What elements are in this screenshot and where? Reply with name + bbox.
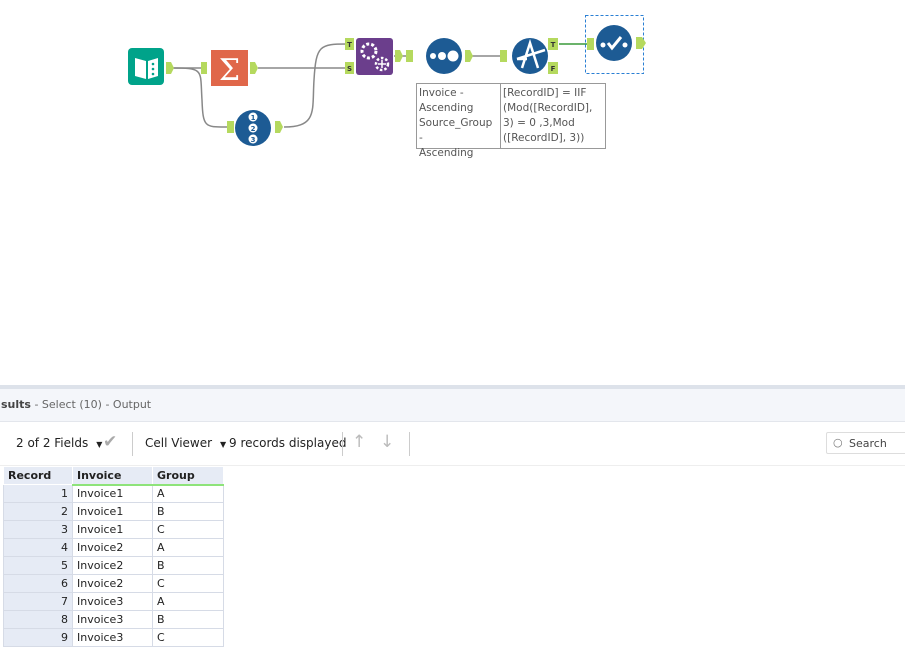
record-cell[interactable]: 9 <box>3 628 73 647</box>
invoice-cell[interactable]: Invoice3 <box>72 628 153 647</box>
group-cell[interactable]: A <box>152 484 224 503</box>
svg-text:T: T <box>551 41 556 49</box>
search-icon: ○ <box>833 436 843 449</box>
summarize-tool[interactable]: Σ <box>201 50 258 88</box>
divider <box>409 432 410 456</box>
svg-text:3: 3 <box>251 136 256 144</box>
results-toolbar: 2 of 2 Fields ▼ ✔ Cell Viewer ▼ 9 records … <box>0 422 905 466</box>
table-row[interactable]: 7 Invoice3 A <box>3 592 224 611</box>
invoice-cell[interactable]: Invoice3 <box>72 610 153 629</box>
invoice-cell[interactable]: Invoice2 <box>72 538 153 557</box>
group-cell[interactable]: C <box>152 520 224 539</box>
table-row[interactable]: 4 Invoice2 A <box>3 538 224 557</box>
group-cell[interactable]: C <box>152 574 224 593</box>
sigma-icon: Σ <box>219 53 240 88</box>
arrow-up-icon[interactable]: ↑ <box>352 432 366 452</box>
invoice-cell[interactable]: Invoice3 <box>72 592 153 611</box>
table-row[interactable]: 6 Invoice2 C <box>3 574 224 593</box>
record-cell[interactable]: 2 <box>3 502 73 521</box>
viewer-dropdown[interactable]: Cell Viewer ▼ <box>145 436 226 450</box>
svg-text:T: T <box>347 41 352 49</box>
fields-label: 2 of 2 Fields <box>16 436 89 450</box>
divider <box>342 432 343 456</box>
group-cell[interactable]: C <box>152 628 224 647</box>
record-cell[interactable]: 8 <box>3 610 73 629</box>
results-title: sults <box>1 398 31 411</box>
caret-down-icon: ▼ <box>96 440 103 449</box>
column-header-record[interactable]: Record <box>3 466 73 485</box>
formula-tool[interactable]: T F <box>500 38 558 74</box>
svg-text:1: 1 <box>251 114 256 122</box>
invoice-cell[interactable]: Invoice2 <box>72 574 153 593</box>
table-row[interactable]: 8 Invoice3 B <box>3 610 224 629</box>
select-tool[interactable] <box>585 15 647 74</box>
workflow-canvas[interactable]: Σ 1 2 3 T S T F Invoice - Ascending Sour… <box>0 0 905 385</box>
svg-text:F: F <box>551 65 556 73</box>
column-header-group[interactable]: Group <box>152 466 224 486</box>
search-input[interactable]: ○ Search <box>826 432 905 454</box>
fields-dropdown[interactable]: 2 of 2 Fields ▼ <box>16 436 102 450</box>
record-id-tool[interactable]: 1 2 3 <box>227 110 283 146</box>
record-cell[interactable]: 3 <box>3 520 73 539</box>
results-header: sults - Select (10) - Output <box>0 389 905 422</box>
input-data-tool[interactable] <box>128 48 174 85</box>
group-cell[interactable]: B <box>152 556 224 575</box>
arrow-down-icon[interactable]: ↓ <box>380 432 394 452</box>
sort-annotation: Invoice - Ascending Source_Group - Ascen… <box>416 83 501 159</box>
record-cell[interactable]: 7 <box>3 592 73 611</box>
column-header-invoice[interactable]: Invoice <box>72 466 153 486</box>
table-row[interactable]: 1 Invoice1 A <box>3 484 224 503</box>
table-row[interactable]: 5 Invoice2 B <box>3 556 224 575</box>
divider <box>132 432 133 456</box>
group-cell[interactable]: A <box>152 538 224 557</box>
record-cell[interactable]: 6 <box>3 574 73 593</box>
table-row[interactable]: 3 Invoice1 C <box>3 520 224 539</box>
group-cell[interactable]: B <box>152 610 224 629</box>
results-table: Record Invoice Group 1 Invoice1 A 2 Invoice1… <box>3 466 224 647</box>
viewer-label: Cell Viewer <box>145 436 213 450</box>
table-row[interactable]: 9 Invoice3 C <box>3 628 224 647</box>
invoice-cell[interactable]: Invoice1 <box>72 484 153 503</box>
record-cell[interactable]: 5 <box>3 556 73 575</box>
checkmark-icon[interactable]: ✔ <box>103 432 117 452</box>
group-cell[interactable]: A <box>152 592 224 611</box>
invoice-cell[interactable]: Invoice2 <box>72 556 153 575</box>
record-cell[interactable]: 1 <box>3 484 73 503</box>
formula-annotation: [RecordID] = IIF (Mod([RecordID], 3) = 0… <box>500 83 606 149</box>
group-cell[interactable]: B <box>152 502 224 521</box>
svg-text:S: S <box>347 65 352 73</box>
records-count: 9 records displayed <box>229 436 347 450</box>
record-cell[interactable]: 4 <box>3 538 73 557</box>
svg-text:2: 2 <box>251 125 256 133</box>
table-row[interactable]: 2 Invoice1 B <box>3 502 224 521</box>
search-placeholder: Search <box>849 437 887 450</box>
results-subtitle: - Select (10) - Output <box>34 398 152 411</box>
caret-down-icon: ▼ <box>220 440 227 449</box>
sort-tool[interactable] <box>406 38 473 74</box>
invoice-cell[interactable]: Invoice1 <box>72 502 153 521</box>
invoice-cell[interactable]: Invoice1 <box>72 520 153 539</box>
